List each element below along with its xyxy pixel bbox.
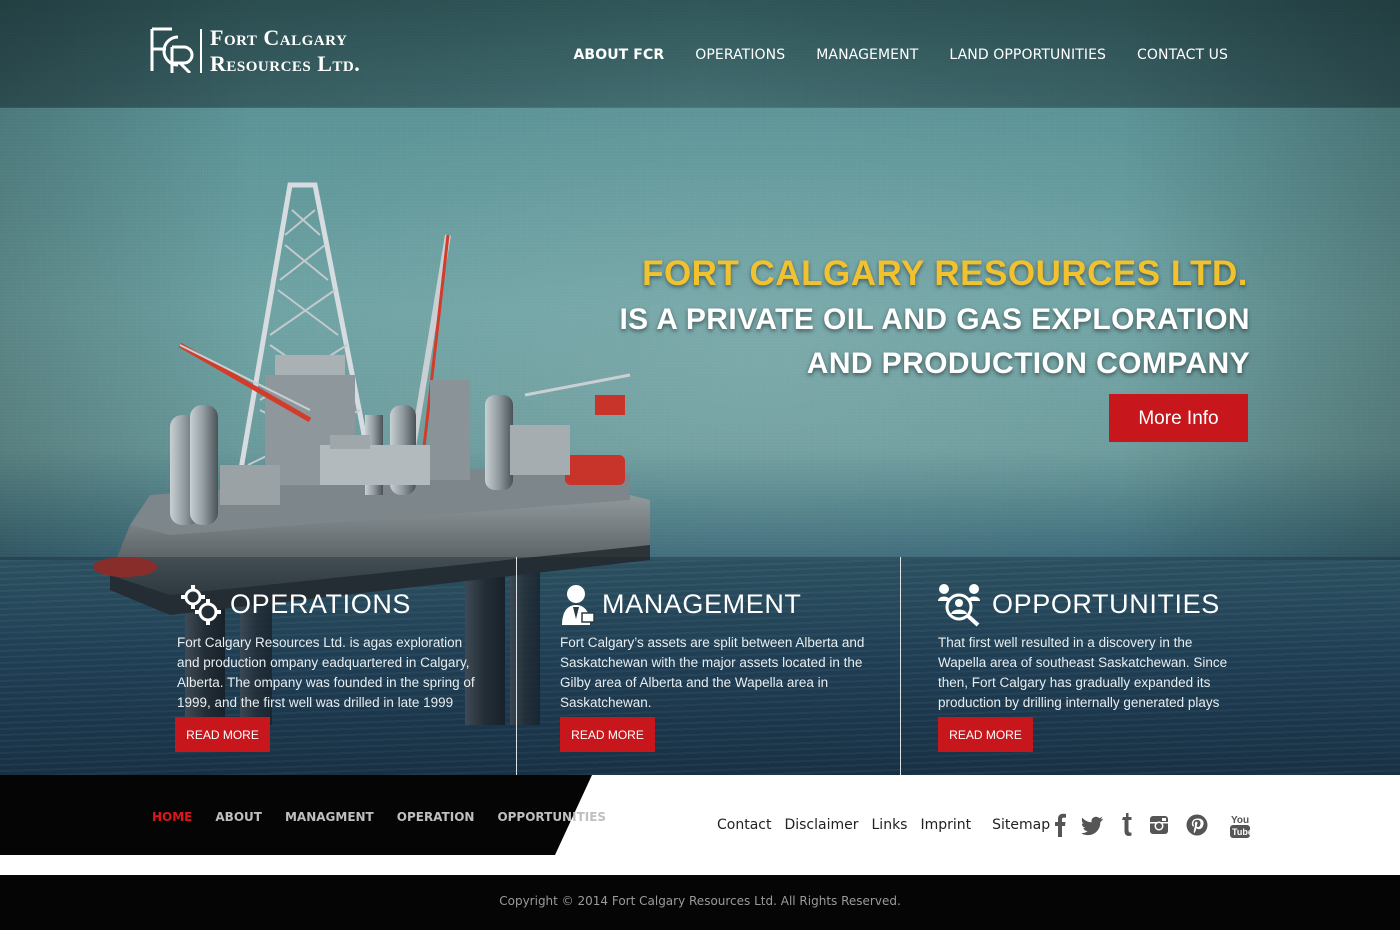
logo-divider: [200, 29, 202, 73]
footer-link-managment[interactable]: MANAGMENT: [285, 810, 374, 824]
main-nav: ABOUT FCR OPERATIONS MANAGEMENT LAND OPP…: [574, 47, 1229, 63]
logo-line2: Resources Ltd.: [210, 51, 361, 76]
site-logo[interactable]: Fort Calgary Resources Ltd.: [150, 25, 410, 77]
youtube-icon[interactable]: You Tube: [1230, 813, 1250, 839]
feature-divider: [900, 557, 901, 775]
util-link-disclaimer[interactable]: Disclaimer: [784, 817, 858, 833]
feature-text: That first well resulted in a discovery …: [938, 635, 1228, 710]
copyright-text: Copyright © 2014 Fort Calgary Resources …: [499, 894, 901, 908]
footer-links: HOME ABOUT MANAGMENT OPERATION OPPORTUNI…: [152, 810, 606, 824]
fcr-logo-mark: [150, 27, 194, 73]
operations-read-more-button[interactable]: READ MORE: [175, 717, 270, 752]
feature-divider: [516, 557, 517, 775]
nav-about-fcr[interactable]: ABOUT FCR: [574, 47, 665, 63]
copyright-bar: Copyright © 2014 Fort Calgary Resources …: [0, 875, 1400, 930]
util-link-imprint[interactable]: Imprint: [920, 817, 971, 833]
footer-link-opportunities[interactable]: OPPORTUNITIES: [497, 810, 606, 824]
feature-title: MANAGEMENT: [602, 589, 802, 619]
nav-operations[interactable]: OPERATIONS: [695, 47, 785, 63]
footer-link-about[interactable]: ABOUT: [215, 810, 262, 824]
hero-subtitle-line1: IS A PRIVATE OIL AND GAS EXPLORATION: [619, 303, 1250, 336]
site-header: Fort Calgary Resources Ltd. ABOUT FCR OP…: [0, 0, 1400, 108]
instagram-icon[interactable]: [1149, 813, 1169, 837]
svg-text:You: You: [1231, 815, 1249, 826]
nav-contact-us[interactable]: CONTACT US: [1137, 47, 1228, 63]
hero-title: FORT CALGARY RESOURCES LTD.: [642, 254, 1248, 293]
hero-subtitle-line2: AND PRODUCTION COMPANY: [806, 347, 1250, 380]
footer-link-home[interactable]: HOME: [152, 810, 192, 824]
feature-text: Fort Calgary Resources Ltd. is agas expl…: [177, 635, 475, 710]
feature-text: Fort Calgary’s assets are split between …: [560, 635, 865, 710]
facebook-icon[interactable]: [1054, 813, 1066, 837]
manager-icon: [562, 585, 595, 625]
twitter-icon[interactable]: [1082, 813, 1104, 837]
feature-title: OPERATIONS: [230, 589, 412, 619]
more-info-button[interactable]: More Info: [1109, 394, 1248, 442]
footer-link-operation[interactable]: OPERATION: [397, 810, 475, 824]
opportunities-icon: [938, 584, 980, 627]
util-link-contact[interactable]: Contact: [717, 817, 771, 833]
gears-icon: [181, 585, 221, 625]
management-read-more-button[interactable]: READ MORE: [560, 717, 655, 752]
svg-text:Tube: Tube: [1232, 827, 1250, 837]
util-link-links[interactable]: Links: [872, 817, 908, 833]
opportunities-read-more-button[interactable]: READ MORE: [938, 717, 1033, 752]
pinterest-icon[interactable]: [1186, 813, 1208, 837]
footer-navigation: HOME ABOUT MANAGMENT OPERATION OPPORTUNI…: [0, 775, 1400, 855]
feature-title: OPPORTUNITIES: [992, 589, 1220, 619]
nav-land-opportunities[interactable]: LAND OPPORTUNITIES: [949, 47, 1106, 63]
util-link-sitemap[interactable]: Sitemap: [992, 817, 1050, 833]
nav-management[interactable]: MANAGEMENT: [816, 47, 918, 63]
logo-line1: Fort Calgary: [210, 25, 348, 50]
tumblr-icon[interactable]: [1120, 813, 1132, 837]
features-strip: OPERATIONS Fort Calgary Resources Ltd. i…: [0, 557, 1400, 775]
utility-links: Contact Disclaimer Links Imprint Sitemap: [717, 817, 1050, 833]
